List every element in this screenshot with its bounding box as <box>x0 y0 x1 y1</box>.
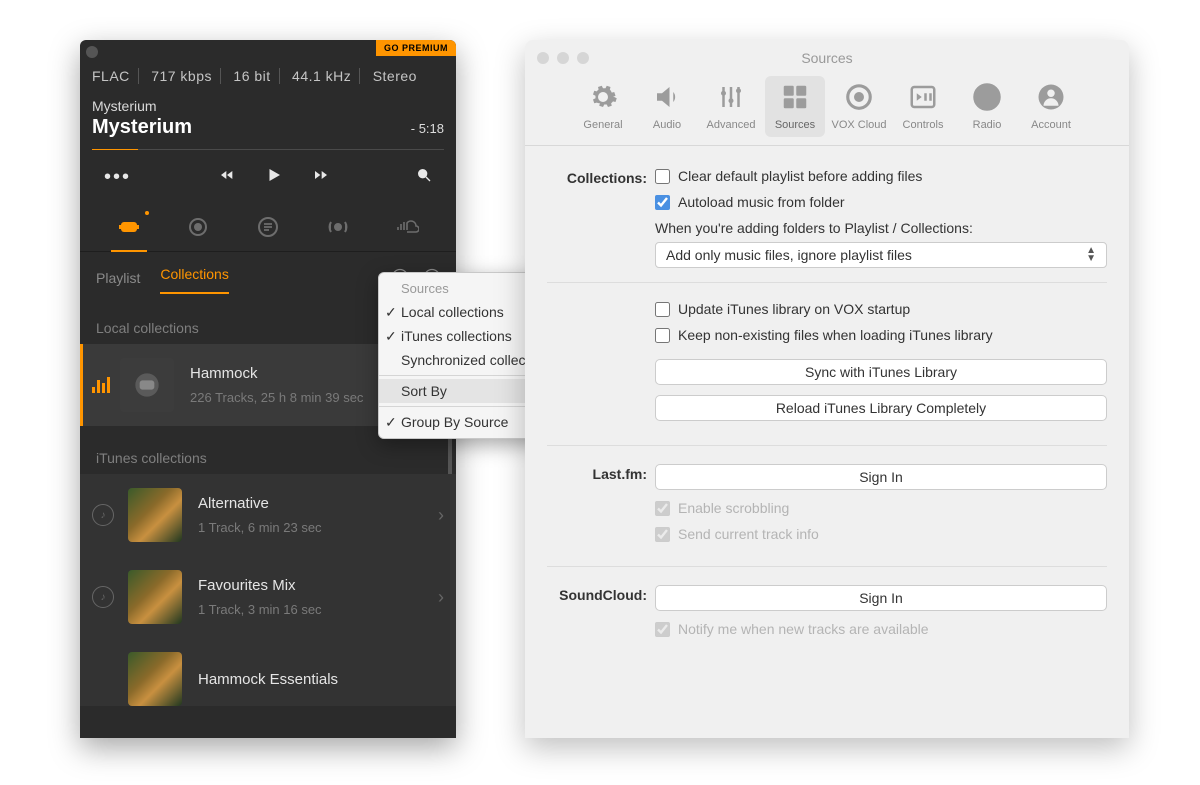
checkbox-label: Autoload music from folder <box>678 194 845 210</box>
itunes-badge-icon: ♪ <box>92 586 114 608</box>
select-arrows-icon: ▲▼ <box>1086 247 1096 263</box>
tab-label: Advanced <box>703 119 759 131</box>
collection-artwork <box>128 652 182 706</box>
tab-label: General <box>575 119 631 131</box>
checkbox-label: Send current track info <box>678 526 819 542</box>
tab-library[interactable] <box>111 213 147 241</box>
search-button[interactable] <box>416 167 432 188</box>
update-itunes-checkbox[interactable]: Update iTunes library on VOX startup <box>655 301 1107 317</box>
collection-artwork <box>128 488 182 542</box>
tab-sources[interactable]: Sources <box>765 76 825 137</box>
bitrate-label: 717 kbps <box>143 68 221 84</box>
checkbox-label: Update iTunes library on VOX startup <box>678 301 910 317</box>
window-close-dot[interactable] <box>86 46 98 58</box>
more-menu-button[interactable]: ••• <box>104 166 131 189</box>
artist-name: Mysterium <box>92 98 444 114</box>
button-label: Reload iTunes Library Completely <box>776 400 986 416</box>
ctx-item-label: Local collections <box>401 304 504 320</box>
button-label: Sign In <box>859 469 903 485</box>
tab-account[interactable]: Account <box>1021 76 1081 137</box>
go-premium-banner[interactable]: GO PREMIUM <box>376 40 456 56</box>
chevron-right-icon: › <box>438 587 444 608</box>
sync-itunes-button[interactable]: Sync with iTunes Library <box>655 359 1107 385</box>
itunes-badge-icon: ♪ <box>92 504 114 526</box>
tab-audio[interactable]: Audio <box>637 76 697 137</box>
play-button[interactable] <box>265 166 283 189</box>
collection-artwork <box>120 358 174 412</box>
source-tabs <box>80 203 456 252</box>
tab-radio[interactable] <box>320 213 356 241</box>
add-folders-note: When you're adding folders to Playlist /… <box>655 220 1107 236</box>
tab-playlist[interactable]: Playlist <box>96 270 140 286</box>
lastfm-signin-button[interactable]: Sign In <box>655 464 1107 490</box>
preferences-window: Sources General Audio Advanced Sources V… <box>525 40 1129 738</box>
collection-name: Alternative <box>198 495 438 512</box>
ctx-item-label: iTunes collections <box>401 328 512 344</box>
enable-scrobbling-checkbox[interactable]: Enable scrobbling <box>655 500 1107 516</box>
collection-row[interactable]: ♪ Favourites Mix 1 Track, 3 min 16 sec › <box>80 556 456 638</box>
separator <box>547 566 1107 567</box>
bitdepth-label: 16 bit <box>225 68 279 84</box>
collection-artwork <box>128 570 182 624</box>
tab-controls[interactable]: Controls <box>893 76 953 137</box>
track-title: Mysterium <box>92 116 192 139</box>
window-traffic-lights[interactable] <box>537 52 589 64</box>
spacer <box>547 301 655 303</box>
select-value: Add only music files, ignore playlist fi… <box>666 247 912 263</box>
tab-soundcloud[interactable] <box>389 213 425 241</box>
button-label: Sign In <box>859 590 903 606</box>
prefs-toolbar: General Audio Advanced Sources VOX Cloud… <box>525 76 1129 146</box>
checkbox-label: Notify me when new tracks are available <box>678 621 929 637</box>
send-track-info-checkbox[interactable]: Send current track info <box>655 526 1107 542</box>
tab-label: Account <box>1023 119 1079 131</box>
collection-subtitle: 1 Track, 6 min 23 sec <box>198 520 438 535</box>
chevron-right-icon: › <box>438 505 444 526</box>
soundcloud-section-label: SoundCloud: <box>547 585 655 603</box>
soundcloud-notify-checkbox[interactable]: Notify me when new tracks are available <box>655 621 1107 637</box>
tab-general[interactable]: General <box>573 76 633 137</box>
tab-radio[interactable]: Radio <box>957 76 1017 137</box>
samplerate-label: 44.1 kHz <box>284 68 360 84</box>
ctx-item-label: Group By Source <box>401 414 508 430</box>
keep-nonexisting-checkbox[interactable]: Keep non-existing files when loading iTu… <box>655 327 1107 343</box>
button-label: Sync with iTunes Library <box>805 364 957 380</box>
tab-queue[interactable] <box>250 213 286 241</box>
ctx-item-label: Sort By <box>401 383 447 399</box>
checkbox-label: Clear default playlist before adding fil… <box>678 168 922 184</box>
separator <box>547 445 1107 446</box>
soundcloud-signin-button[interactable]: Sign In <box>655 585 1107 611</box>
autoload-music-checkbox[interactable]: Autoload music from folder <box>655 194 1107 210</box>
channels-label: Stereo <box>365 68 425 84</box>
checkbox-label: Enable scrobbling <box>678 500 789 516</box>
codec-label: FLAC <box>92 68 139 84</box>
time-remaining: - 5:18 <box>411 121 444 136</box>
tab-vox-cloud[interactable]: VOX Cloud <box>829 76 889 137</box>
collection-name: Favourites Mix <box>198 577 438 594</box>
window-title: Sources <box>525 40 1129 66</box>
seek-slider[interactable] <box>92 149 444 150</box>
reload-itunes-button[interactable]: Reload iTunes Library Completely <box>655 395 1107 421</box>
collection-row[interactable]: Hammock Essentials <box>80 638 456 706</box>
tab-loop[interactable] <box>180 213 216 241</box>
checkbox-label: Keep non-existing files when loading iTu… <box>678 327 993 343</box>
collection-subtitle: 1 Track, 3 min 16 sec <box>198 602 438 617</box>
tab-label: Audio <box>639 119 695 131</box>
tab-label: VOX Cloud <box>831 119 887 131</box>
tab-advanced[interactable]: Advanced <box>701 76 761 137</box>
separator <box>547 282 1107 283</box>
collection-row[interactable]: ♪ Alternative 1 Track, 6 min 23 sec › <box>80 474 456 556</box>
collection-name: Hammock Essentials <box>198 671 444 688</box>
collections-section-label: Collections: <box>547 168 655 186</box>
previous-button[interactable] <box>219 167 235 188</box>
tab-collections[interactable]: Collections <box>160 266 228 290</box>
add-folders-select[interactable]: Add only music files, ignore playlist fi… <box>655 242 1107 268</box>
clear-default-playlist-checkbox[interactable]: Clear default playlist before adding fil… <box>655 168 1107 184</box>
next-button[interactable] <box>313 167 329 188</box>
tab-label: Radio <box>959 119 1015 131</box>
tab-label: Sources <box>767 119 823 131</box>
lastfm-section-label: Last.fm: <box>547 464 655 482</box>
now-playing-icon <box>92 377 110 393</box>
tab-label: Controls <box>895 119 951 131</box>
